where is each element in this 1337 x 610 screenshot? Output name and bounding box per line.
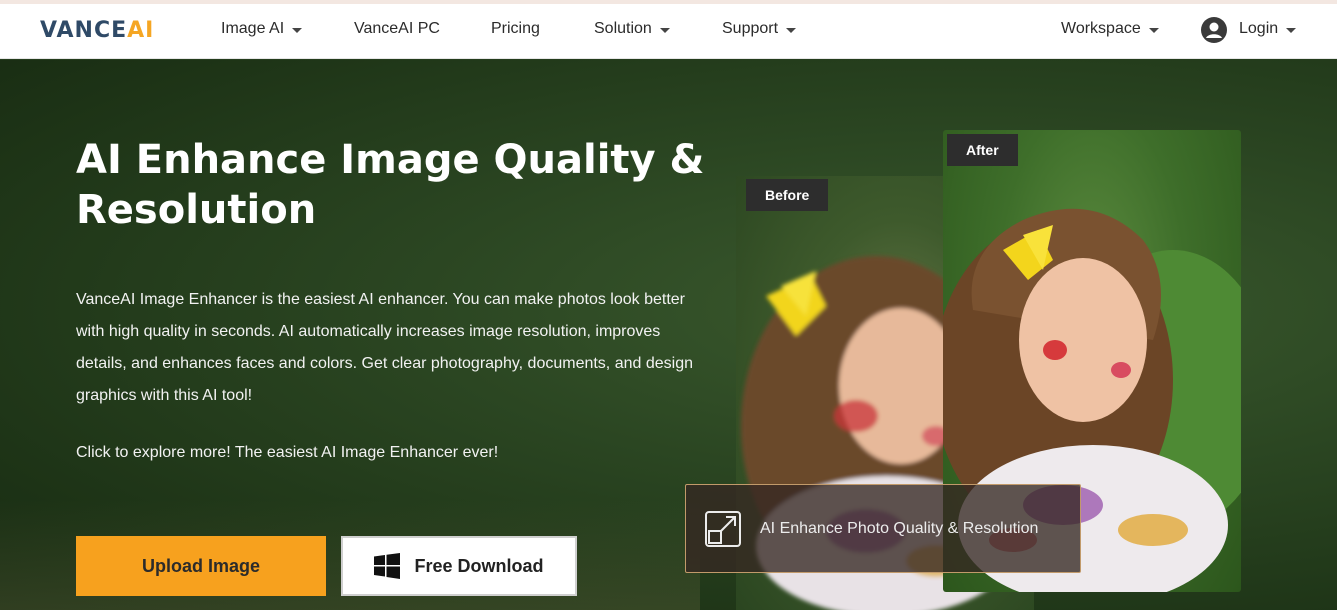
nav-pricing[interactable]: Pricing [491, 20, 540, 38]
chevron-down-icon [1286, 27, 1297, 33]
hero-section: AI Enhance Image Quality & Resolution Va… [0, 60, 1337, 610]
nav-image-ai-label: Image AI [221, 20, 285, 37]
enhance-caption-card[interactable]: AI Enhance Photo Quality & Resolution [685, 484, 1081, 573]
user-avatar-icon[interactable] [1201, 17, 1227, 43]
hero-description: VanceAI Image Enhancer is the easiest AI… [76, 291, 693, 404]
nav-pricing-label: Pricing [491, 20, 540, 37]
chevron-down-icon [1148, 27, 1159, 33]
enhance-caption-text: AI Enhance Photo Quality & Resolution [760, 519, 1039, 537]
nav-support-label: Support [722, 20, 779, 37]
chevron-down-icon [786, 27, 797, 33]
top-navigation: VANCEAI Image AI VanceAI PC Pricing Solu… [0, 4, 1337, 59]
nav-image-ai[interactable]: Image AI [221, 20, 303, 38]
before-tag: Before [746, 179, 829, 211]
free-download-button[interactable]: Free Download [341, 536, 577, 596]
nav-login[interactable]: Login [1239, 20, 1297, 38]
vanceai-logo[interactable]: VANCEAI [40, 18, 154, 43]
nav-solution[interactable]: Solution [594, 20, 670, 38]
free-download-label: Free Download [414, 555, 544, 576]
windows-icon [374, 553, 401, 579]
after-tag: After [947, 134, 1018, 166]
hero-title: AI Enhance Image Quality & Resolution [76, 137, 705, 233]
nav-workspace-label: Workspace [1061, 20, 1141, 37]
chevron-down-icon [659, 27, 670, 33]
expand-icon [705, 510, 741, 547]
nav-vanceai-pc[interactable]: VanceAI PC [354, 20, 440, 38]
upload-image-button[interactable]: Upload Image [76, 536, 326, 596]
nav-solution-label: Solution [594, 20, 652, 37]
nav-vanceai-pc-label: VanceAI PC [354, 20, 440, 37]
nav-support[interactable]: Support [722, 20, 797, 38]
nav-workspace[interactable]: Workspace [1061, 20, 1159, 38]
hero-explore-text: Click to explore more! The easiest AI Im… [76, 444, 499, 461]
nav-login-label: Login [1239, 20, 1279, 37]
chevron-down-icon [292, 27, 303, 33]
